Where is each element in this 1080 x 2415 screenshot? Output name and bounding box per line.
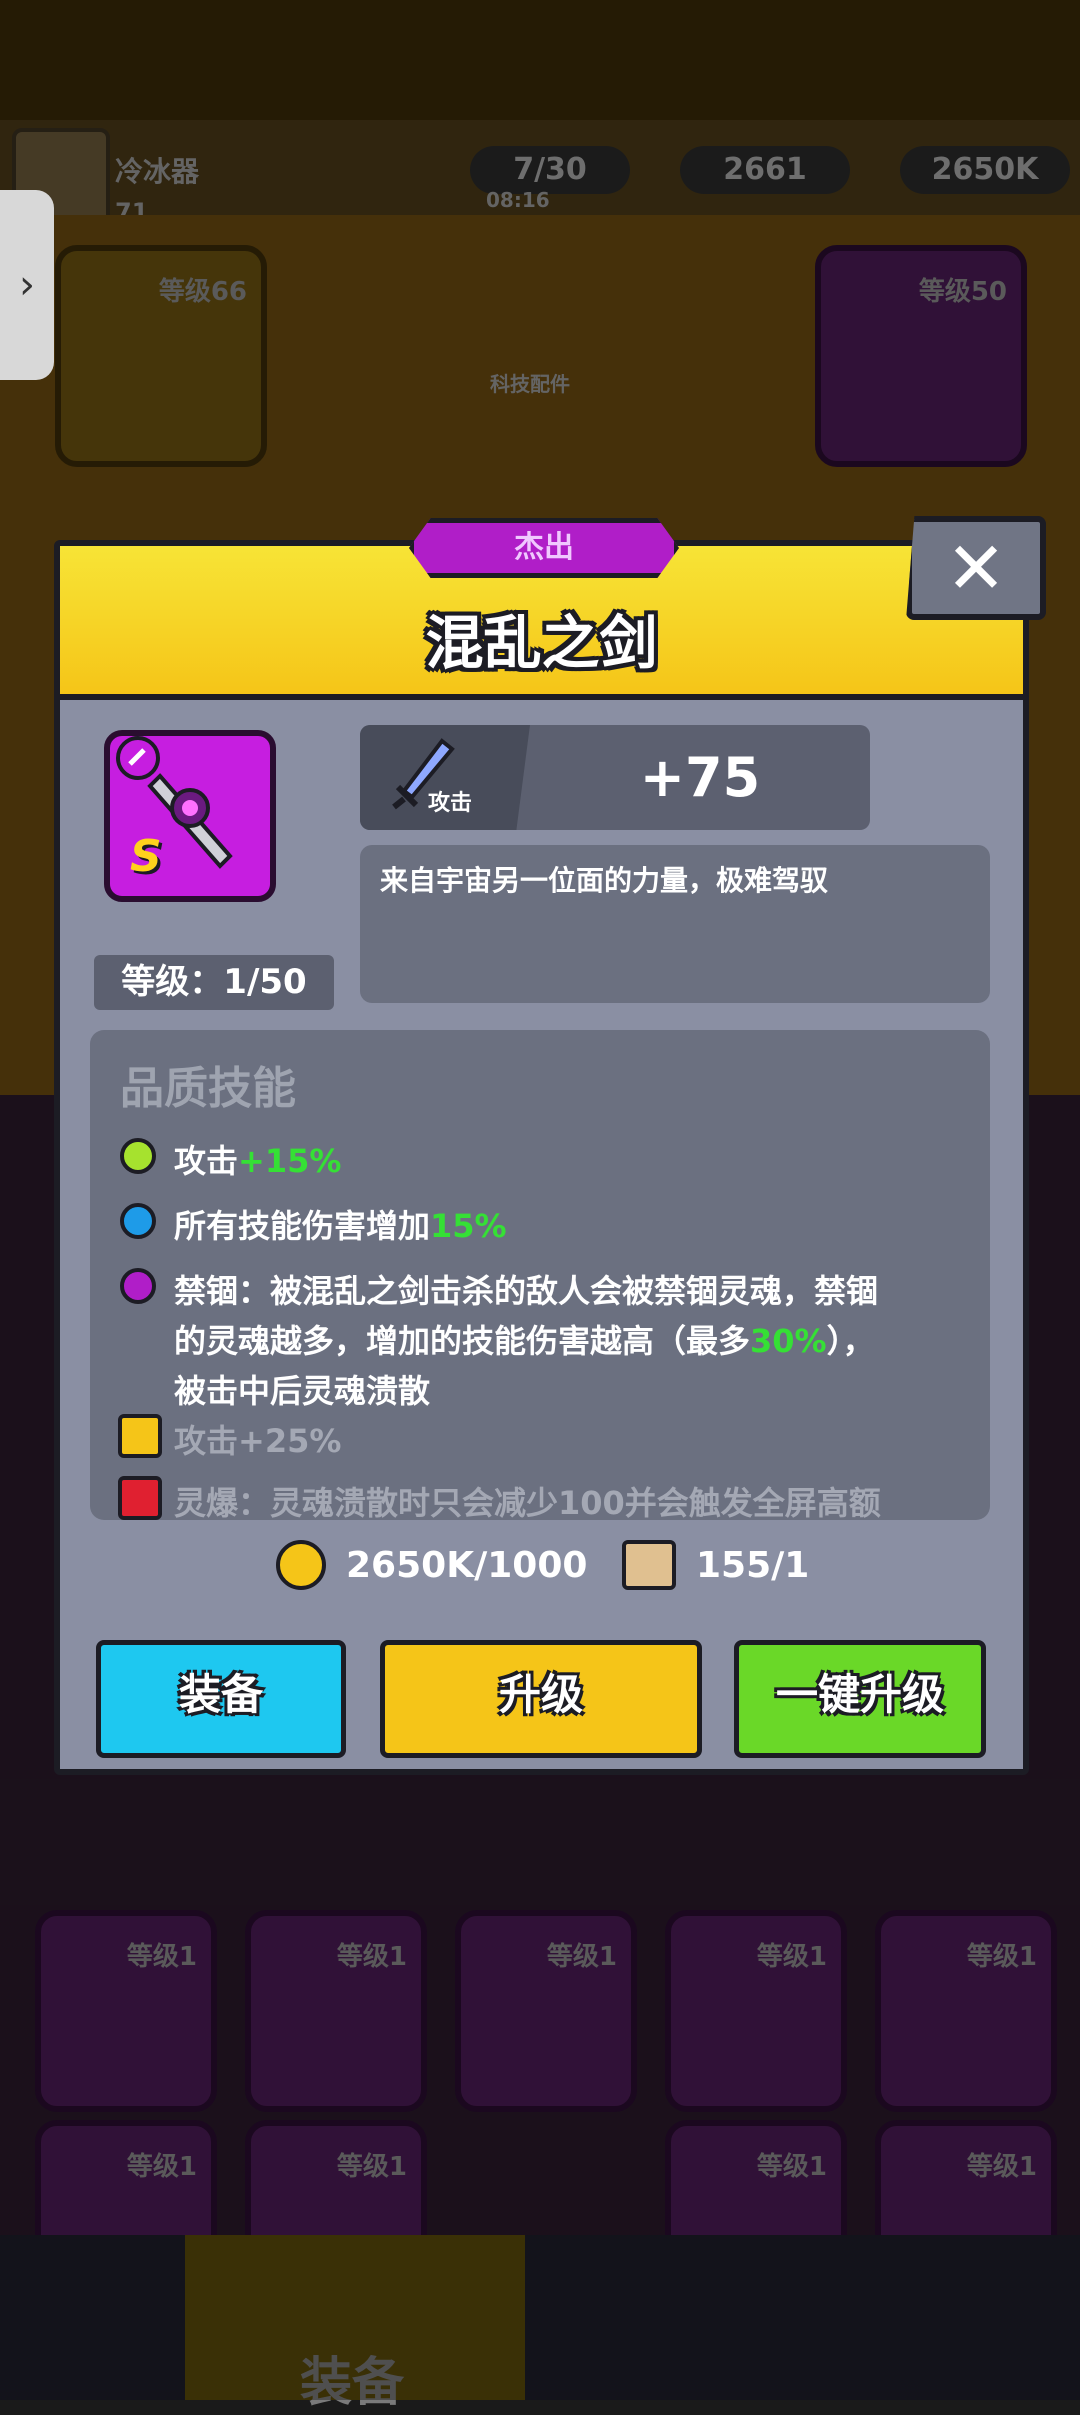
item-level: 等级：1/50 xyxy=(94,955,334,1010)
lock-icon xyxy=(118,1414,162,1458)
grade-badge: S xyxy=(130,831,162,882)
skill-row-2: 所有技能伤害增加15% xyxy=(174,1201,507,1247)
close-icon: ✕ xyxy=(945,526,1007,610)
auto-upgrade-button[interactable]: 一键升级 xyxy=(734,1640,986,1758)
gold-coin-icon xyxy=(276,1540,326,1590)
rarity-badge: 杰出 xyxy=(409,518,679,578)
skill-dot-purple xyxy=(120,1268,156,1304)
scroll-icon xyxy=(622,1540,676,1590)
skill-dot-blue xyxy=(120,1203,156,1239)
skill-row-1: 攻击+15% xyxy=(174,1136,341,1182)
skills-title: 品质技能 xyxy=(120,1063,296,1114)
scroll-cost: 155/1 xyxy=(696,1545,810,1586)
gold-cost: 2650K/1000 xyxy=(346,1545,588,1586)
stat-label: 攻击 xyxy=(428,791,473,816)
upgrade-button[interactable]: 升级 xyxy=(380,1640,702,1758)
lock-icon xyxy=(118,1476,162,1520)
description-box: 来自宇宙另一位面的力量，极难驾驭 xyxy=(360,845,990,1003)
skill-3-value: 30% xyxy=(750,1322,827,1360)
skill-1-value: +15% xyxy=(238,1142,342,1180)
skill-3-line2-post: ）， xyxy=(826,1322,875,1360)
item-description: 来自宇宙另一位面的力量，极难驾驭 xyxy=(380,864,829,897)
stat-tab: 攻击 xyxy=(360,725,530,830)
item-title: 混乱之剑 xyxy=(425,609,658,677)
item-detail-modal: 混乱之剑 杰出 ✕ S 等级：1/50 攻击 +75 来自宇宙另一位面的力量，极… xyxy=(54,516,1046,1775)
side-expand-tab[interactable]: › xyxy=(0,190,54,380)
equip-button[interactable]: 装备 xyxy=(96,1640,346,1758)
close-button[interactable]: ✕ xyxy=(906,516,1046,620)
skill-3-line1: 禁锢：被混乱之剑击杀的敌人会被禁锢灵魂，禁锢 xyxy=(174,1272,879,1310)
skill-3-line2-pre: 的灵魂越多，增加的技能伤害越高（最多 xyxy=(174,1322,751,1360)
skill-row-4-locked: 攻击+25% xyxy=(174,1422,342,1460)
skill-dot-green xyxy=(120,1138,156,1174)
skill-1-text: 攻击 xyxy=(174,1142,239,1180)
stat-value: +75 xyxy=(639,746,761,809)
skill-2-value: 15% xyxy=(430,1207,507,1245)
chevron-right-icon: › xyxy=(19,262,35,308)
quality-skills-panel[interactable]: 品质技能 攻击+15% 所有技能伤害增加15% 禁锢：被混乱之剑击杀的敌人会被禁… xyxy=(90,1030,990,1520)
item-icon: S xyxy=(104,730,276,902)
skill-3-line3: 被击中后灵魂溃散 xyxy=(174,1372,431,1410)
skill-2-text: 所有技能伤害增加 xyxy=(174,1207,431,1245)
skill-row-5-locked: 灵爆：灵魂溃散时只会减少100并会触发全屏高额 xyxy=(174,1484,881,1520)
skill-row-3: 禁锢：被混乱之剑击杀的敌人会被禁锢灵魂，禁锢 的灵魂越多，增加的技能伤害越高（最… xyxy=(174,1266,878,1416)
attack-stat: 攻击 +75 xyxy=(360,725,870,830)
skill-3-line2: 的灵魂越多，增加的技能伤害越高（最多30%）， xyxy=(174,1316,878,1366)
